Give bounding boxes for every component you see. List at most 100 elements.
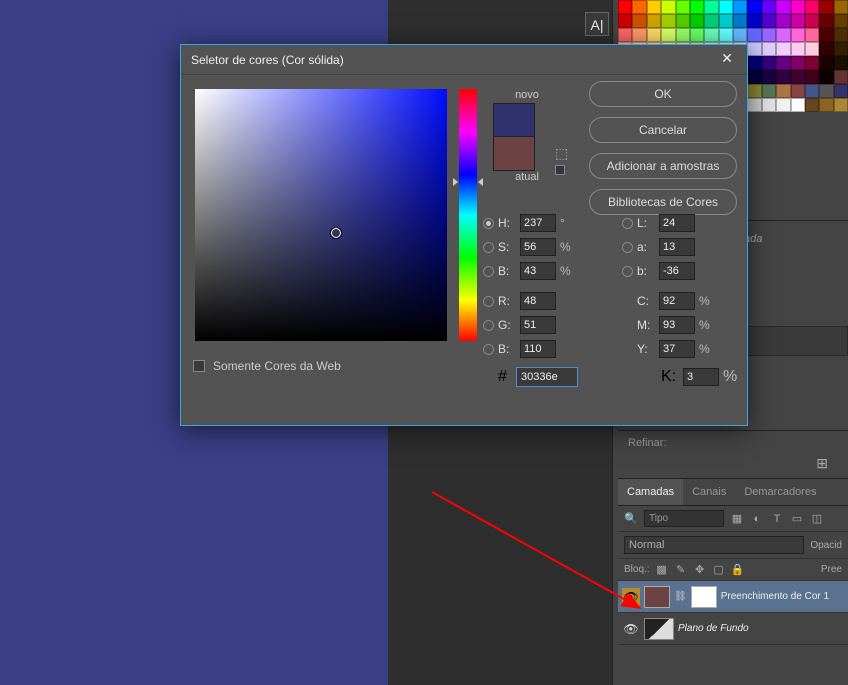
- layer-name[interactable]: Preenchimento de Cor 1: [721, 591, 829, 602]
- refine-icon[interactable]: ⊞: [816, 455, 828, 472]
- swatch-cell[interactable]: [805, 14, 819, 28]
- swatch-cell[interactable]: [834, 98, 848, 112]
- swatch-cell[interactable]: [661, 28, 675, 42]
- swatch-cell[interactable]: [618, 14, 632, 28]
- layer-row-background[interactable]: 👁 Plano de Fundo: [618, 613, 848, 645]
- input-l[interactable]: [659, 214, 695, 232]
- link-mask-icon[interactable]: ⛓: [674, 591, 687, 602]
- swatch-cell[interactable]: [647, 0, 661, 14]
- swatch-cell[interactable]: [819, 56, 833, 70]
- lock-artboard-icon[interactable]: ▢: [712, 563, 726, 576]
- tab-paths[interactable]: Demarcadores: [735, 479, 825, 505]
- layer-row-fill[interactable]: 👁 ⛓ Preenchimento de Cor 1: [618, 581, 848, 613]
- input-a[interactable]: [659, 238, 695, 256]
- radio-a[interactable]: [622, 242, 633, 253]
- swatch-cell[interactable]: [834, 42, 848, 56]
- radio-l[interactable]: [622, 218, 633, 229]
- swatch-cell[interactable]: [704, 28, 718, 42]
- visibility-toggle-icon[interactable]: 👁: [622, 588, 640, 606]
- swatch-cell[interactable]: [690, 0, 704, 14]
- swatch-cell[interactable]: [676, 28, 690, 42]
- input-b-lab[interactable]: [659, 262, 695, 280]
- input-k[interactable]: [683, 368, 719, 386]
- swatch-cell[interactable]: [791, 70, 805, 84]
- radio-bv[interactable]: [483, 266, 494, 277]
- swatch-cell[interactable]: [762, 28, 776, 42]
- swatch-cell[interactable]: [834, 70, 848, 84]
- visibility-toggle-icon[interactable]: 👁: [622, 620, 640, 638]
- swatch-cell[interactable]: [776, 56, 790, 70]
- lock-move-icon[interactable]: ✥: [693, 563, 707, 576]
- swatch-cell[interactable]: [762, 42, 776, 56]
- lock-transparent-icon[interactable]: ▩: [655, 563, 669, 576]
- layer-mask-thumbnail[interactable]: [691, 586, 717, 608]
- swatch-cell[interactable]: [747, 42, 761, 56]
- swatch-cell[interactable]: [805, 42, 819, 56]
- ok-button[interactable]: OK: [589, 81, 737, 107]
- preview-current-color[interactable]: [493, 137, 535, 171]
- lock-brush-icon[interactable]: ✎: [674, 563, 688, 576]
- swatch-cell[interactable]: [632, 28, 646, 42]
- swatch-cell[interactable]: [791, 42, 805, 56]
- swatch-cell[interactable]: [618, 0, 632, 14]
- swatch-cell[interactable]: [661, 14, 675, 28]
- swatch-cell[interactable]: [805, 98, 819, 112]
- add-to-swatches-button[interactable]: Adicionar a amostras: [589, 153, 737, 179]
- gamut-warning-icon[interactable]: ⬚: [555, 145, 568, 162]
- swatch-cell[interactable]: [791, 98, 805, 112]
- input-y[interactable]: [659, 340, 695, 358]
- swatch-cell[interactable]: [690, 14, 704, 28]
- swatch-cell[interactable]: [747, 98, 761, 112]
- swatch-cell[interactable]: [762, 56, 776, 70]
- swatch-cell[interactable]: [719, 0, 733, 14]
- input-hex[interactable]: [516, 367, 578, 387]
- swatch-cell[interactable]: [819, 70, 833, 84]
- filter-smart-icon[interactable]: ◫: [810, 512, 824, 525]
- layer-type-filter[interactable]: Tipo: [644, 510, 724, 527]
- swatch-cell[interactable]: [776, 42, 790, 56]
- swatch-cell[interactable]: [834, 0, 848, 14]
- input-bv[interactable]: [520, 262, 556, 280]
- radio-r[interactable]: [483, 296, 494, 307]
- swatch-cell[interactable]: [747, 56, 761, 70]
- tab-channels[interactable]: Canais: [683, 479, 735, 505]
- swatch-cell[interactable]: [661, 0, 675, 14]
- swatch-cell[interactable]: [791, 0, 805, 14]
- close-icon[interactable]: ✕: [717, 50, 737, 70]
- swatch-cell[interactable]: [805, 0, 819, 14]
- swatch-cell[interactable]: [834, 56, 848, 70]
- filter-adjust-icon[interactable]: ◐: [750, 513, 764, 525]
- saturation-value-field[interactable]: [195, 89, 447, 341]
- swatch-cell[interactable]: [805, 84, 819, 98]
- swatch-cell[interactable]: [819, 42, 833, 56]
- swatch-cell[interactable]: [791, 28, 805, 42]
- swatch-cell[interactable]: [676, 0, 690, 14]
- swatch-cell[interactable]: [805, 56, 819, 70]
- swatch-cell[interactable]: [762, 14, 776, 28]
- swatch-cell[interactable]: [819, 14, 833, 28]
- swatch-cell[interactable]: [819, 0, 833, 14]
- swatch-cell[interactable]: [776, 98, 790, 112]
- cancel-button[interactable]: Cancelar: [589, 117, 737, 143]
- swatch-cell[interactable]: [776, 28, 790, 42]
- swatch-cell[interactable]: [819, 98, 833, 112]
- swatch-cell[interactable]: [647, 28, 661, 42]
- swatch-cell[interactable]: [776, 84, 790, 98]
- websafe-swatch-icon[interactable]: [555, 165, 565, 175]
- filter-image-icon[interactable]: ▦: [730, 512, 744, 525]
- swatch-cell[interactable]: [747, 14, 761, 28]
- swatch-cell[interactable]: [762, 70, 776, 84]
- input-h[interactable]: [520, 214, 556, 232]
- web-only-checkbox[interactable]: [193, 360, 205, 372]
- radio-h[interactable]: [483, 218, 494, 229]
- swatch-cell[interactable]: [776, 70, 790, 84]
- blend-mode-select[interactable]: Normal: [624, 536, 804, 554]
- swatch-cell[interactable]: [791, 14, 805, 28]
- dialog-titlebar[interactable]: Seletor de cores (Cor sólida) ✕: [181, 45, 747, 75]
- swatch-cell[interactable]: [676, 14, 690, 28]
- swatch-cell[interactable]: [805, 70, 819, 84]
- input-c[interactable]: [659, 292, 695, 310]
- swatch-cell[interactable]: [762, 98, 776, 112]
- swatch-cell[interactable]: [805, 28, 819, 42]
- swatch-cell[interactable]: [632, 0, 646, 14]
